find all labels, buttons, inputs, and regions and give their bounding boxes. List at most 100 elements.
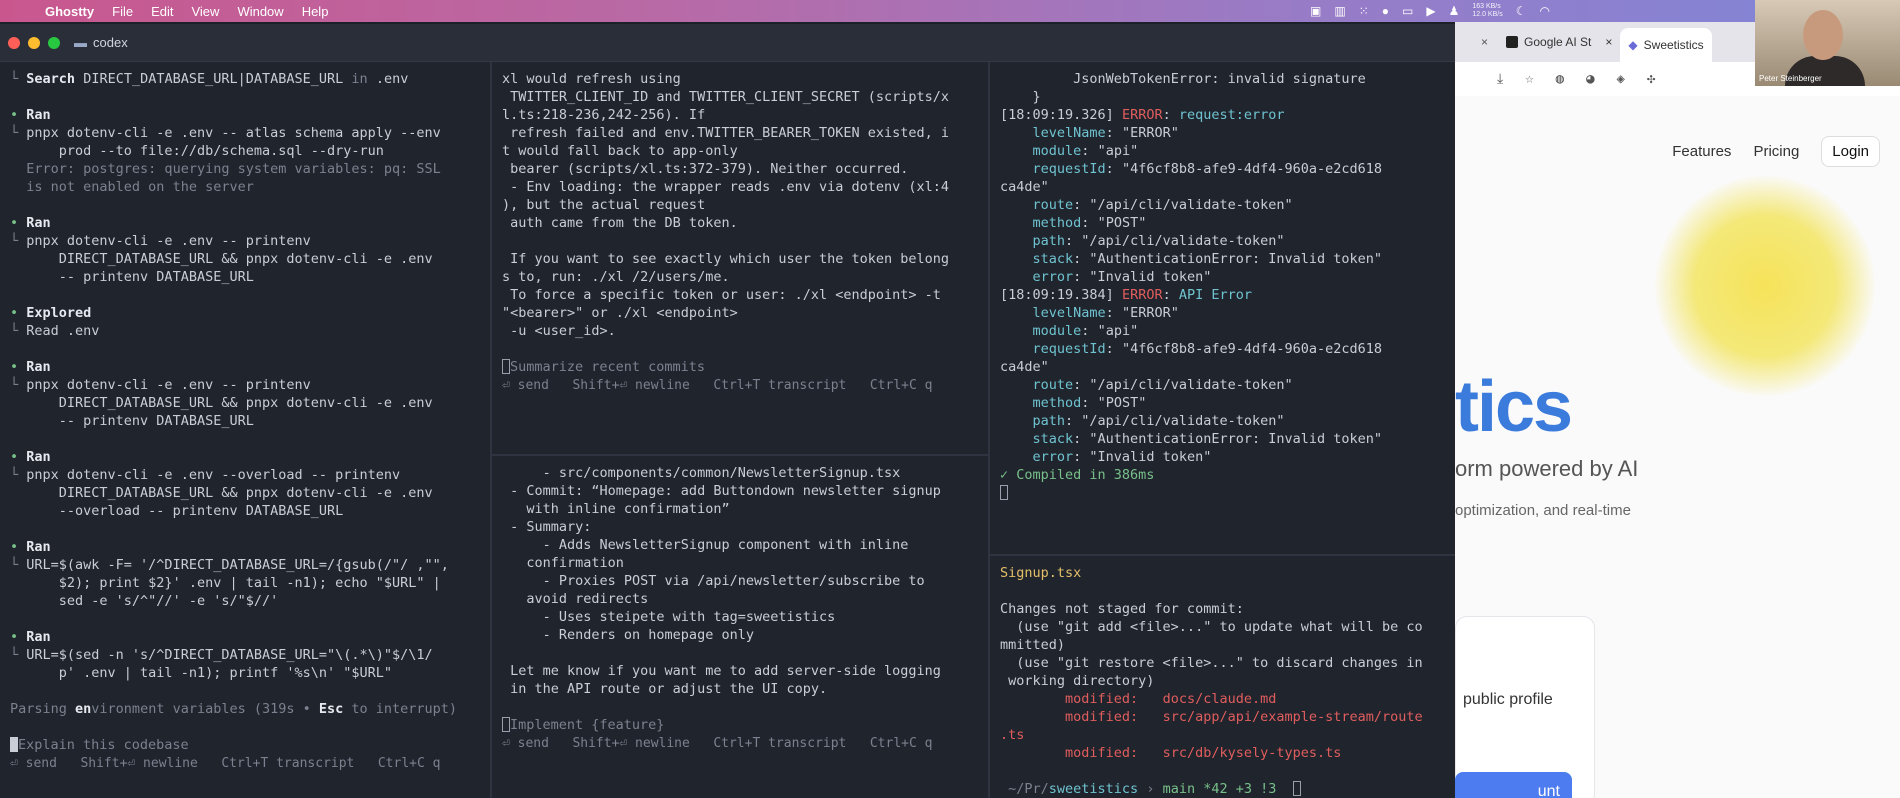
menu-view[interactable]: View — [182, 4, 228, 19]
log-field: "api" — [1097, 143, 1139, 159]
output-line: t would fall back to app-only — [502, 143, 738, 159]
prompt-input[interactable]: Explain this codebase — [18, 737, 189, 753]
command-line: Read .env — [26, 323, 100, 339]
extension-icon[interactable]: ◍ — [1556, 71, 1564, 87]
status-text: vironment variables (319s • — [91, 701, 319, 717]
search-label: Search — [26, 71, 76, 87]
status-dot-icon: • — [10, 449, 19, 465]
compiled-status: ✓ Compiled in 386ms — [1000, 467, 1155, 483]
wifi-icon[interactable]: ◠ — [1539, 4, 1549, 18]
terminal-pane-codex-middle-top[interactable]: xl would refresh using TWITTER_CLIENT_ID… — [492, 62, 988, 454]
block-head: Ran — [26, 449, 51, 465]
website-viewport: Features Pricing Login tics orm powered … — [1455, 96, 1900, 798]
log-field: "4f6cf8b8-afe9-4df4-960a-e2cd618 — [1121, 341, 1383, 357]
nav-features[interactable]: Features — [1672, 143, 1731, 160]
output-line: bearer (scripts/xl.ts:372-379). Neither … — [502, 161, 909, 177]
bookmark-star-icon[interactable]: ☆ — [1525, 71, 1533, 87]
log-field: "AuthenticationError: Invalid token" — [1089, 431, 1383, 447]
login-button[interactable]: Login — [1821, 136, 1880, 167]
log-message: request:error — [1178, 107, 1285, 123]
command-line: sed -e 's/^"//' -e 's/"$//' — [26, 593, 279, 609]
terminal-window: ▬ codex └ Search DIRECT_DATABASE_URL|DAT… — [0, 24, 1455, 798]
modified-label: modified: — [1065, 745, 1139, 761]
stats-icon[interactable]: ▥ — [1334, 4, 1345, 18]
output-line: - Adds NewsletterSignup component with i… — [502, 537, 909, 553]
output-line: confirmation — [502, 555, 624, 571]
command-line: DIRECT_DATABASE_URL && pnpx dotenv-cli -… — [26, 485, 433, 501]
output-line: - Renders on homepage only — [502, 627, 754, 643]
modified-label: modified: — [1065, 709, 1139, 725]
text-cursor — [10, 737, 18, 752]
nav-pricing[interactable]: Pricing — [1753, 143, 1799, 160]
prompt-path: ~/Pr/ — [1008, 781, 1049, 797]
install-icon[interactable]: ⤓ — [1497, 71, 1503, 87]
modified-label: modified: — [1065, 691, 1139, 707]
command-line: $2); print $2}' .env | tail -n1); echo "… — [26, 575, 441, 591]
zoom-window-icon[interactable] — [48, 36, 60, 49]
block-head: Ran — [26, 107, 51, 123]
log-field: "ERROR" — [1121, 125, 1179, 141]
menu-bar: Ghostty File Edit View Window Help ▣ ▥ ⁙… — [0, 0, 1900, 22]
play-icon[interactable]: ▶ — [1426, 4, 1435, 18]
moon-icon[interactable]: ☾ — [1516, 4, 1527, 18]
extension-badge-icon[interactable]: ◈ — [1617, 71, 1625, 87]
close-tab-icon[interactable]: × — [1605, 35, 1612, 49]
output-line: auth came from the DB token. — [502, 215, 738, 231]
close-tab-icon[interactable]: × — [1481, 35, 1488, 49]
battery-icon[interactable]: ▭ — [1402, 4, 1413, 18]
command-line: -- printenv DATABASE_URL — [26, 413, 254, 429]
text-cursor[interactable] — [1292, 781, 1301, 796]
error-line: is not enabled on the server — [26, 179, 254, 195]
command-line: pnpx dotenv-cli -e .env -- atlas schema … — [26, 125, 441, 141]
modified-file: docs/claude.md — [1162, 691, 1277, 707]
error-line: JsonWebTokenError: invalid signature — [1073, 71, 1366, 87]
block-head: Explored — [26, 305, 92, 321]
people-icon[interactable]: ♟ — [1449, 4, 1460, 18]
log-field: "/api/cli/validate-token" — [1081, 413, 1285, 429]
output-line: l.ts:218-236,242-256). If — [502, 107, 706, 123]
command-line: DIRECT_DATABASE_URL && pnpx dotenv-cli -… — [26, 251, 433, 267]
search-file: .env — [375, 71, 409, 87]
grid-icon[interactable]: ⁙ — [1359, 4, 1369, 18]
output-line: - Proxies POST via /api/newsletter/subsc… — [502, 573, 925, 589]
menu-window[interactable]: Window — [228, 4, 292, 19]
log-timestamp: [18:09:19.326] — [1000, 107, 1114, 123]
cta-button[interactable]: unt — [1455, 772, 1572, 798]
menu-help[interactable]: Help — [293, 4, 338, 19]
status-dot-icon: • — [10, 107, 19, 123]
esc-key-label: Esc — [318, 701, 344, 717]
terminal-pane-git-shell[interactable]: Signup.tsx Changes not staged for commit… — [990, 556, 1455, 798]
hero-glow-decoration — [1655, 176, 1875, 396]
google-ai-favicon-icon — [1506, 36, 1519, 48]
terminal-pane-codex-left[interactable]: └ Search DIRECT_DATABASE_URL|DATABASE_UR… — [0, 62, 490, 798]
minimize-window-icon[interactable] — [28, 36, 40, 49]
log-field: "/api/cli/validate-token" — [1081, 233, 1285, 249]
log-field: ca4de" — [1000, 179, 1049, 195]
terminal-pane-codex-middle-bottom[interactable]: - src/components/common/NewsletterSignup… — [492, 456, 988, 798]
folder-icon: ▬ — [74, 35, 87, 50]
puzzle-icon[interactable]: ✣ — [1647, 71, 1655, 87]
prompt-input[interactable]: Implement {feature} — [510, 717, 664, 733]
cookie-icon[interactable]: ◕ — [1586, 71, 1594, 87]
app-menu[interactable]: Ghostty — [36, 4, 103, 19]
record-dot-icon[interactable]: ● — [1382, 4, 1389, 18]
log-field: ca4de" — [1000, 359, 1049, 375]
log-field: "AuthenticationError: Invalid token" — [1089, 251, 1383, 267]
status-dot-icon: • — [10, 215, 19, 231]
status-dot-icon: • — [10, 305, 19, 321]
prompt-input[interactable]: Summarize recent commits — [510, 359, 705, 375]
menu-edit[interactable]: Edit — [142, 4, 182, 19]
tab-sweetistics[interactable]: ◆ Sweetistics — [1620, 28, 1712, 62]
close-window-icon[interactable] — [8, 36, 20, 49]
terminal-pane-dev-server-log[interactable]: JsonWebTokenError: invalid signature } [… — [990, 62, 1455, 554]
command-line: -- printenv DATABASE_URL — [26, 269, 254, 285]
tab-google-ai[interactable]: Google AI St × — [1498, 27, 1620, 57]
search-in: in — [351, 71, 368, 87]
menu-file[interactable]: File — [103, 4, 142, 19]
log-timestamp: [18:09:19.384] — [1000, 287, 1114, 303]
log-field: "POST" — [1097, 215, 1147, 231]
screen-share-icon[interactable]: ▣ — [1310, 4, 1321, 18]
error-line: Error: postgres: querying system variabl… — [26, 161, 441, 177]
git-branch-status: main *42 +3 !3 — [1162, 781, 1277, 797]
search-query: DIRECT_DATABASE_URL|DATABASE_URL — [83, 71, 344, 87]
